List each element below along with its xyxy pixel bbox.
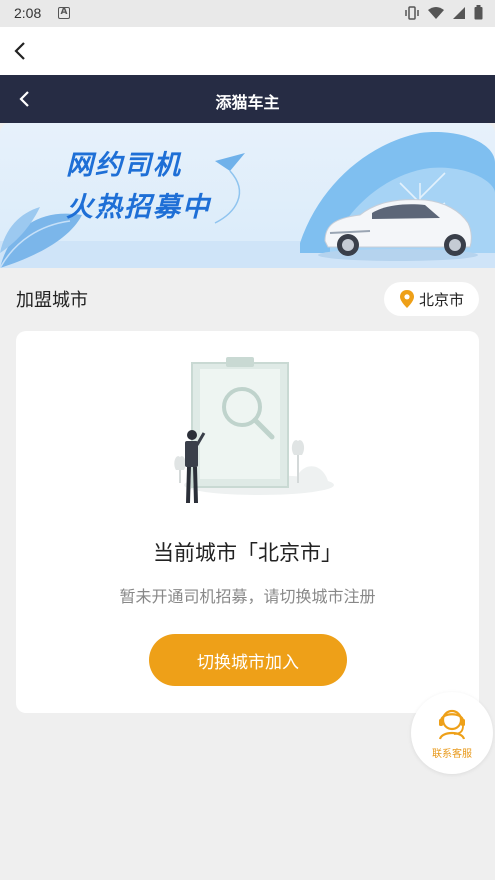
selected-city: 北京市 xyxy=(418,290,464,309)
customer-service-label: 联系客服 xyxy=(432,749,472,760)
switch-city-button[interactable]: 切换城市加入 xyxy=(149,634,347,686)
app-nav-bar: 添猫车主 xyxy=(0,75,495,123)
current-city-title: 当前城市「北京市」 xyxy=(153,541,342,565)
status-time: 2:08 xyxy=(14,5,42,21)
a-letter-icon: A xyxy=(58,7,70,19)
banner-title-line2: 火热招募中 xyxy=(66,192,211,223)
signal-icon xyxy=(452,6,466,24)
banner-title-line1: 网约司机 xyxy=(66,150,182,181)
join-city-label: 加盟城市 xyxy=(16,290,88,311)
not-available-message: 暂未开通司机招募，请切换城市注册 xyxy=(119,587,376,606)
webview-header xyxy=(0,27,495,75)
recruit-status-card: 当前城市「北京市」 暂未开通司机招募，请切换城市注册 切换城市加入 xyxy=(16,331,479,713)
battery-icon xyxy=(474,5,483,24)
page-title: 添猫车主 xyxy=(215,93,280,112)
vibrate-icon xyxy=(404,5,420,24)
search-clipboard-illustration xyxy=(164,355,334,515)
customer-service-button[interactable]: 联系客服 xyxy=(411,692,493,774)
wifi-icon xyxy=(428,6,444,24)
location-pin-icon xyxy=(399,289,415,309)
customer-service-icon xyxy=(435,706,469,740)
status-icons xyxy=(404,5,483,24)
recruit-banner[interactable]: 网约司机 火热招募中 xyxy=(0,123,495,268)
chevron-left-icon[interactable] xyxy=(10,39,32,63)
city-selector[interactable]: 北京市 xyxy=(384,282,479,316)
status-bar: 2:08 A xyxy=(0,0,495,27)
